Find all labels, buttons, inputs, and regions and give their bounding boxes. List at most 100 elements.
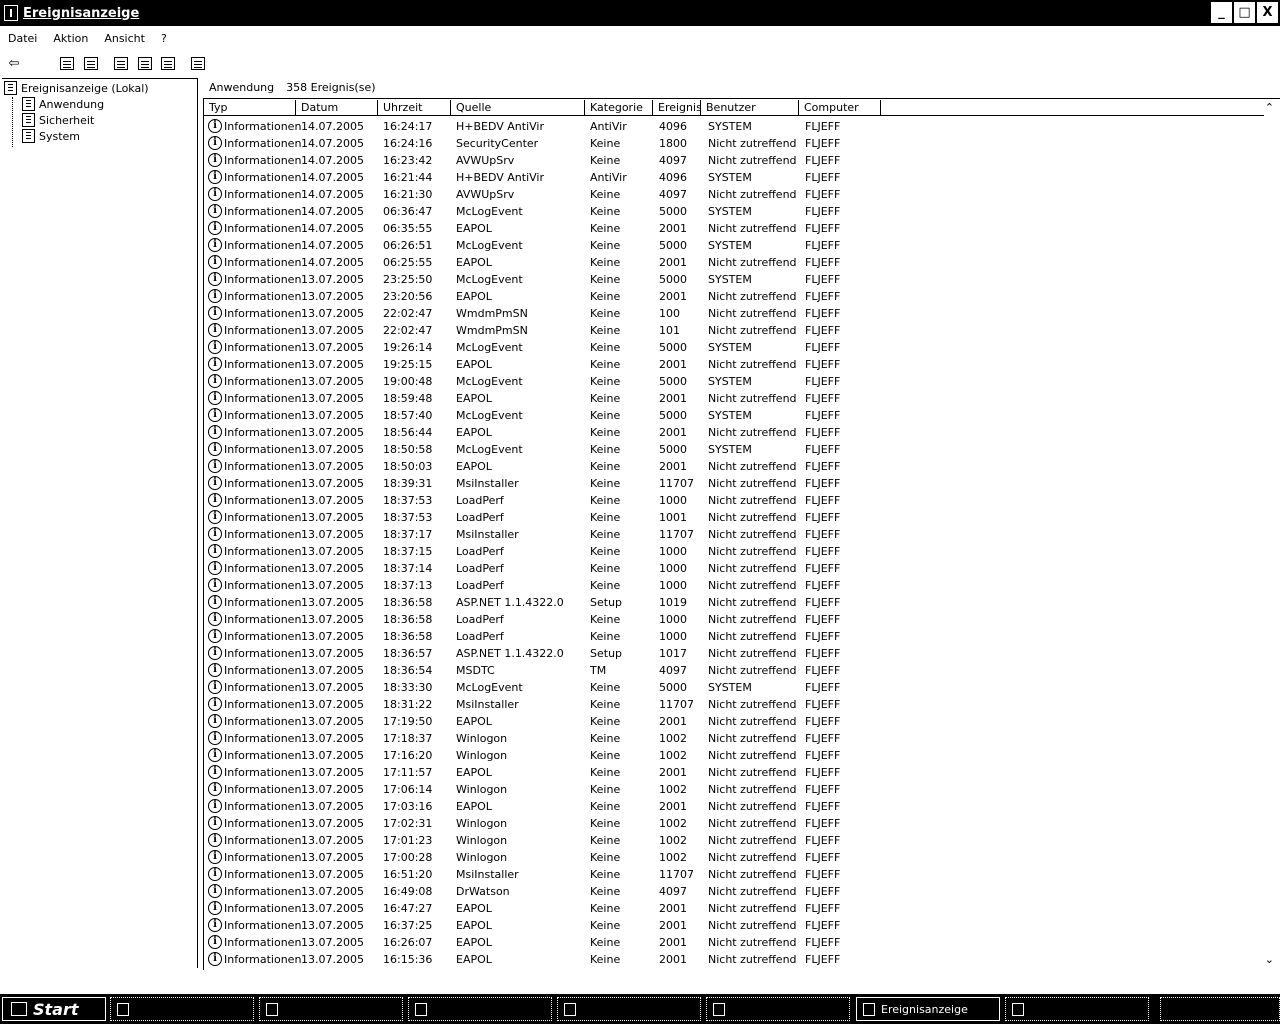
event-row[interactable]: i Informationen 14.07.2005 16:21:44 H+BEDV A… — [204, 169, 1264, 186]
event-row[interactable]: i Informationen 13.07.2005 22:02:47 WmdmPmSN… — [204, 322, 1264, 339]
event-row[interactable]: i Informationen 13.07.2005 17:19:50 EAPOL Kei… — [204, 713, 1264, 730]
event-row[interactable]: i Informationen 13.07.2005 18:37:17 MsiInsta… — [204, 526, 1264, 543]
taskbar-item[interactable] — [1005, 997, 1149, 1021]
information-icon: i — [208, 119, 222, 133]
event-row[interactable]: i Informationen 13.07.2005 18:33:30 McLogEve… — [204, 679, 1264, 696]
event-row[interactable]: i Informationen 13.07.2005 18:37:15 LoadPerf… — [204, 543, 1264, 560]
cell-source: McLogEvent — [456, 205, 523, 218]
event-row[interactable]: i Informationen 14.07.2005 16:21:30 AVWUpSrv… — [204, 186, 1264, 203]
menu-aktion[interactable]: Aktion — [45, 32, 96, 45]
taskbar-item[interactable] — [408, 997, 552, 1021]
event-row[interactable]: i Informationen 13.07.2005 19:00:48 McLogEve… — [204, 373, 1264, 390]
taskbar-item[interactable] — [706, 997, 850, 1021]
event-row[interactable]: i Informationen 13.07.2005 17:06:14 Winlogon… — [204, 781, 1264, 798]
event-row[interactable]: i Informationen 13.07.2005 18:36:54 MSDTC TM 4… — [204, 662, 1264, 679]
event-row[interactable]: i Informationen 14.07.2005 06:35:55 EAPOL Kei… — [204, 220, 1264, 237]
event-row[interactable]: i Informationen 13.07.2005 18:57:40 McLogEve… — [204, 407, 1264, 424]
minimize-button[interactable]: _ — [1211, 2, 1232, 23]
event-row[interactable]: i Informationen 14.07.2005 06:36:47 McLogEve… — [204, 203, 1264, 220]
event-row[interactable]: i Informationen 13.07.2005 18:37:13 LoadPerf… — [204, 577, 1264, 594]
properties-button[interactable] — [111, 53, 131, 73]
event-row[interactable]: i Informationen 13.07.2005 22:02:47 WmdmPmSN… — [204, 305, 1264, 322]
system-tray[interactable] — [1160, 997, 1280, 1021]
event-row[interactable]: i Informationen 14.07.2005 16:24:17 H+BEDV A… — [204, 118, 1264, 135]
column-header-kategorie[interactable]: Kategorie — [585, 100, 653, 116]
cell-source: H+BEDV AntiVir — [456, 120, 545, 133]
show-hide-tree-button[interactable] — [81, 53, 101, 73]
event-row[interactable]: i Informationen 13.07.2005 17:03:16 EAPOL Kei… — [204, 798, 1264, 815]
column-header-datum[interactable]: Datum — [296, 100, 378, 116]
menu-help[interactable]: ? — [153, 32, 175, 45]
event-row[interactable]: i Informationen 13.07.2005 23:20:56 EAPOL Kei… — [204, 288, 1264, 305]
event-row[interactable]: i Informationen 13.07.2005 18:56:44 EAPOL Kei… — [204, 424, 1264, 441]
maximize-button[interactable]: □ — [1234, 2, 1255, 23]
event-row[interactable]: i Informationen 13.07.2005 17:11:57 EAPOL Kei… — [204, 764, 1264, 781]
event-row[interactable]: i Informationen 13.07.2005 18:36:58 LoadPerf… — [204, 628, 1264, 645]
event-row[interactable]: i Informationen 13.07.2005 18:36:58 LoadPerf… — [204, 611, 1264, 628]
event-row[interactable]: i Informationen 14.07.2005 16:24:16 Security… — [204, 135, 1264, 152]
column-header-computer[interactable]: Computer — [799, 100, 881, 116]
event-row[interactable]: i Informationen 13.07.2005 18:59:48 EAPOL Kei… — [204, 390, 1264, 407]
column-header-ereignis[interactable]: Ereignis — [653, 100, 701, 116]
information-icon: i — [208, 595, 222, 609]
event-row[interactable]: i Informationen 14.07.2005 06:25:55 EAPOL Kei… — [204, 254, 1264, 271]
event-row[interactable]: i Informationen 13.07.2005 17:02:31 Winlogon… — [204, 815, 1264, 832]
menu-ansicht[interactable]: Ansicht — [96, 32, 153, 45]
tree-root[interactable]: Ereignisanzeige (Lokal) — [4, 81, 149, 95]
menu-datei[interactable]: Datei — [0, 32, 45, 45]
cell-type: Informationen — [224, 239, 302, 252]
event-row[interactable]: i Informationen 13.07.2005 16:49:08 DrWatson… — [204, 883, 1264, 900]
event-row[interactable]: i Informationen 13.07.2005 17:16:20 Winlogon… — [204, 747, 1264, 764]
event-row[interactable]: i Informationen 13.07.2005 18:36:57 ASP.NET … — [204, 645, 1264, 662]
column-header-benutzer[interactable]: Benutzer — [701, 100, 799, 116]
event-row[interactable]: i Informationen 14.07.2005 16:23:42 AVWUpSrv… — [204, 152, 1264, 169]
event-row[interactable]: i Informationen 13.07.2005 18:39:31 MsiInsta… — [204, 475, 1264, 492]
event-row[interactable]: i Informationen 13.07.2005 18:50:58 McLogEve… — [204, 441, 1264, 458]
event-row[interactable]: i Informationen 13.07.2005 18:37:14 LoadPerf… — [204, 560, 1264, 577]
taskbar-item[interactable] — [557, 997, 701, 1021]
export-list-button[interactable] — [158, 53, 178, 73]
cell-category: TM — [590, 664, 607, 677]
event-row[interactable]: i Informationen 13.07.2005 18:31:22 MsiInsta… — [204, 696, 1264, 713]
event-row[interactable]: i Informationen 13.07.2005 16:47:27 EAPOL Kei… — [204, 900, 1264, 917]
up-one-level-button[interactable] — [57, 53, 77, 73]
event-row[interactable]: i Informationen 13.07.2005 16:51:20 MsiInsta… — [204, 866, 1264, 883]
event-row[interactable]: i Informationen 13.07.2005 18:37:53 LoadPerf… — [204, 509, 1264, 526]
event-row[interactable]: i Informationen 13.07.2005 19:26:14 McLogEve… — [204, 339, 1264, 356]
event-row[interactable]: i Informationen 13.07.2005 17:18:37 Winlogon… — [204, 730, 1264, 747]
column-header-quelle[interactable]: Quelle — [451, 100, 585, 116]
refresh-button[interactable] — [135, 53, 155, 73]
event-row[interactable]: i Informationen 13.07.2005 16:15:36 EAPOL Kei… — [204, 951, 1264, 968]
tree-toggle-icon — [84, 56, 98, 70]
event-row[interactable]: i Informationen 13.07.2005 17:00:28 Winlogon… — [204, 849, 1264, 866]
tree-item-anwendung[interactable]: Anwendung — [22, 97, 104, 111]
cell-type: Informationen — [224, 256, 302, 269]
cell-time: 18:50:58 — [383, 443, 433, 456]
scroll-down-arrow[interactable]: ⌄ — [1265, 953, 1274, 966]
event-row[interactable]: i Informationen 13.07.2005 18:36:58 ASP.NET … — [204, 594, 1264, 611]
event-row[interactable]: i Informationen 13.07.2005 16:26:07 EAPOL Kei… — [204, 934, 1264, 951]
event-row[interactable]: i Informationen 14.07.2005 06:26:51 McLogEve… — [204, 237, 1264, 254]
tree-item-sicherheit[interactable]: Sicherheit — [22, 113, 94, 127]
close-button[interactable]: X — [1257, 2, 1278, 23]
cell-source: Winlogon — [456, 749, 508, 762]
taskbar-item-ereignisanzeige[interactable]: Ereignisanzeige — [856, 997, 1000, 1021]
event-row[interactable]: i Informationen 13.07.2005 16:37:25 EAPOL Kei… — [204, 917, 1264, 934]
back-button[interactable]: ⇦ — [4, 53, 24, 73]
scroll-up-arrow[interactable]: ⌃ — [1265, 101, 1274, 114]
event-row[interactable]: i Informationen 13.07.2005 19:25:15 EAPOL Kei… — [204, 356, 1264, 373]
event-row[interactable]: i Informationen 13.07.2005 18:37:53 LoadPerf… — [204, 492, 1264, 509]
tree-item-system[interactable]: System — [22, 129, 80, 143]
cell-source: EAPOL — [456, 953, 492, 966]
cell-user: Nicht zutreffend — [708, 528, 797, 541]
event-row[interactable]: i Informationen 13.07.2005 17:01:23 Winlogon… — [204, 832, 1264, 849]
event-row[interactable]: i Informationen 13.07.2005 18:50:03 EAPOL Kei… — [204, 458, 1264, 475]
help-button[interactable] — [188, 53, 208, 73]
column-header-typ[interactable]: Typ — [204, 100, 296, 116]
start-button[interactable]: Start — [2, 997, 106, 1021]
event-row[interactable]: i Informationen 13.07.2005 23:25:50 McLogEve… — [204, 271, 1264, 288]
cell-category: Keine — [590, 443, 621, 456]
column-header-uhrzeit[interactable]: Uhrzeit — [378, 100, 451, 116]
taskbar-item[interactable] — [110, 997, 254, 1021]
taskbar-item[interactable] — [259, 997, 403, 1021]
